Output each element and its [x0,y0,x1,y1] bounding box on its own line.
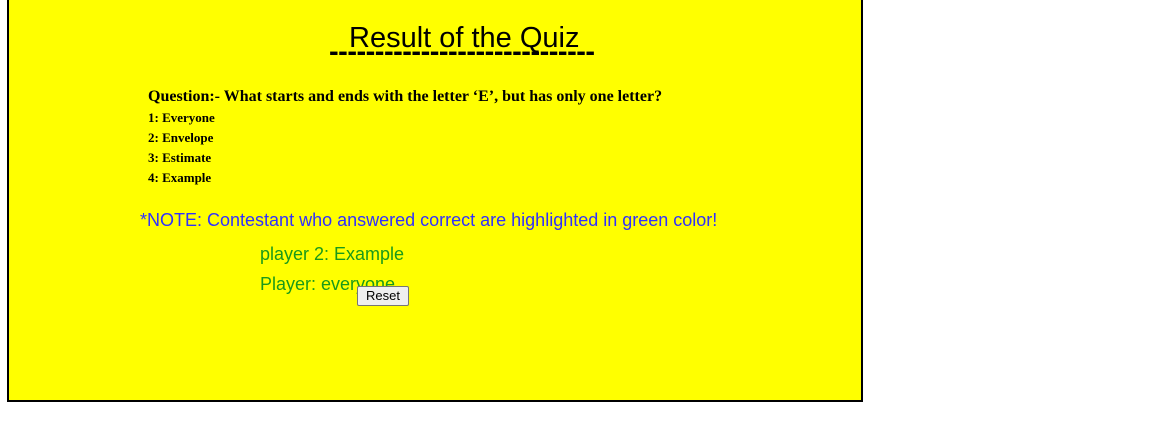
answer-option: 3: Estimate [148,150,212,165]
note-text: *NOTE: Contestant who answered correct a… [140,210,718,230]
title-underline: ----------------------------- [329,36,595,68]
reset-button[interactable]: Reset [357,286,409,306]
answer-option: 1: Everyone [148,110,215,125]
answer-option: 2: Envelope [148,130,214,145]
player-result: player 2: Example [260,244,405,264]
answer-options-list: 1: Everyone 2: Envelope 3: Estimate 4: E… [148,108,215,188]
question-text: Question:- What starts and ends with the… [148,88,663,105]
answer-option: 4: Example [148,170,212,185]
quiz-result-panel: Result of the Quiz ---------------------… [7,0,863,402]
